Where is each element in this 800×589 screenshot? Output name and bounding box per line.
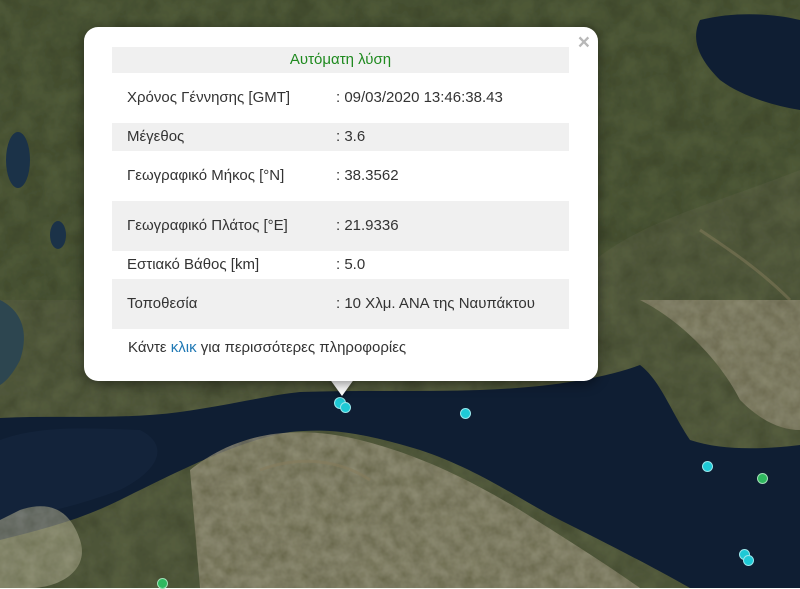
popup-title: Αυτόματη λύση xyxy=(112,47,569,73)
row-label-latitude: Γεωγραφικό Μήκος [°N] xyxy=(127,167,285,184)
footer-suffix: για περισσότερες πληροφορίες xyxy=(200,339,407,356)
row-value-longitude: : 21.9336 xyxy=(332,201,569,251)
earthquake-marker[interactable] xyxy=(460,408,471,419)
earthquake-info-table: Αυτόματη λύση Χρόνος Γέννησης [GMT] : 09… xyxy=(112,47,569,329)
earthquake-marker[interactable] xyxy=(157,578,168,589)
row-value-latitude: : 38.3562 xyxy=(336,167,399,184)
row-label-depth: Εστιακό Βάθος [km] xyxy=(127,256,260,273)
earthquake-info-popup: × Αυτόματη λύση Χρόνος Γέννησης [GMT] : … xyxy=(84,27,598,381)
earthquake-marker[interactable] xyxy=(340,402,351,413)
row-value-location: : 10 Χλμ. ΑΝΑ της Ναυπάκτου xyxy=(332,279,569,329)
table-row: Γεωγραφικό Πλάτος [°E] : 21.9336 xyxy=(112,201,569,251)
row-label-magnitude: Μέγεθος xyxy=(112,123,332,151)
table-row: Τοποθεσία : 10 Χλμ. ΑΝΑ της Ναυπάκτου xyxy=(112,279,569,329)
table-row: Γεωγραφικό Μήκος [°N] : 38.3562 xyxy=(112,151,569,201)
row-label-longitude: Γεωγραφικό Πλάτος [°E] xyxy=(112,201,332,251)
footer-prefix: Κάντε xyxy=(128,339,167,356)
more-info-link[interactable]: κλικ xyxy=(171,339,197,356)
close-icon[interactable]: × xyxy=(578,30,590,56)
earthquake-marker[interactable] xyxy=(743,555,754,566)
row-value-depth: : 5.0 xyxy=(336,256,366,273)
earthquake-marker[interactable] xyxy=(757,473,768,484)
row-value-magnitude: : 3.6 xyxy=(332,123,569,151)
row-label-origin-time: Χρόνος Γέννησης [GMT] xyxy=(127,89,291,106)
table-row: Εστιακό Βάθος [km] : 5.0 xyxy=(112,251,569,279)
table-row: Χρόνος Γέννησης [GMT] : 09/03/2020 13:46… xyxy=(112,73,569,123)
popup-footer: Κάντε κλικ για περισσότερες πληροφορίες xyxy=(128,339,406,356)
earthquake-marker[interactable] xyxy=(702,461,713,472)
lake xyxy=(6,132,30,188)
row-label-location: Τοποθεσία xyxy=(112,279,332,329)
table-row: Μέγεθος : 3.6 xyxy=(112,123,569,151)
row-value-origin-time: : 09/03/2020 13:46:38.43 xyxy=(336,89,503,106)
popup-title-row: Αυτόματη λύση xyxy=(112,47,569,73)
